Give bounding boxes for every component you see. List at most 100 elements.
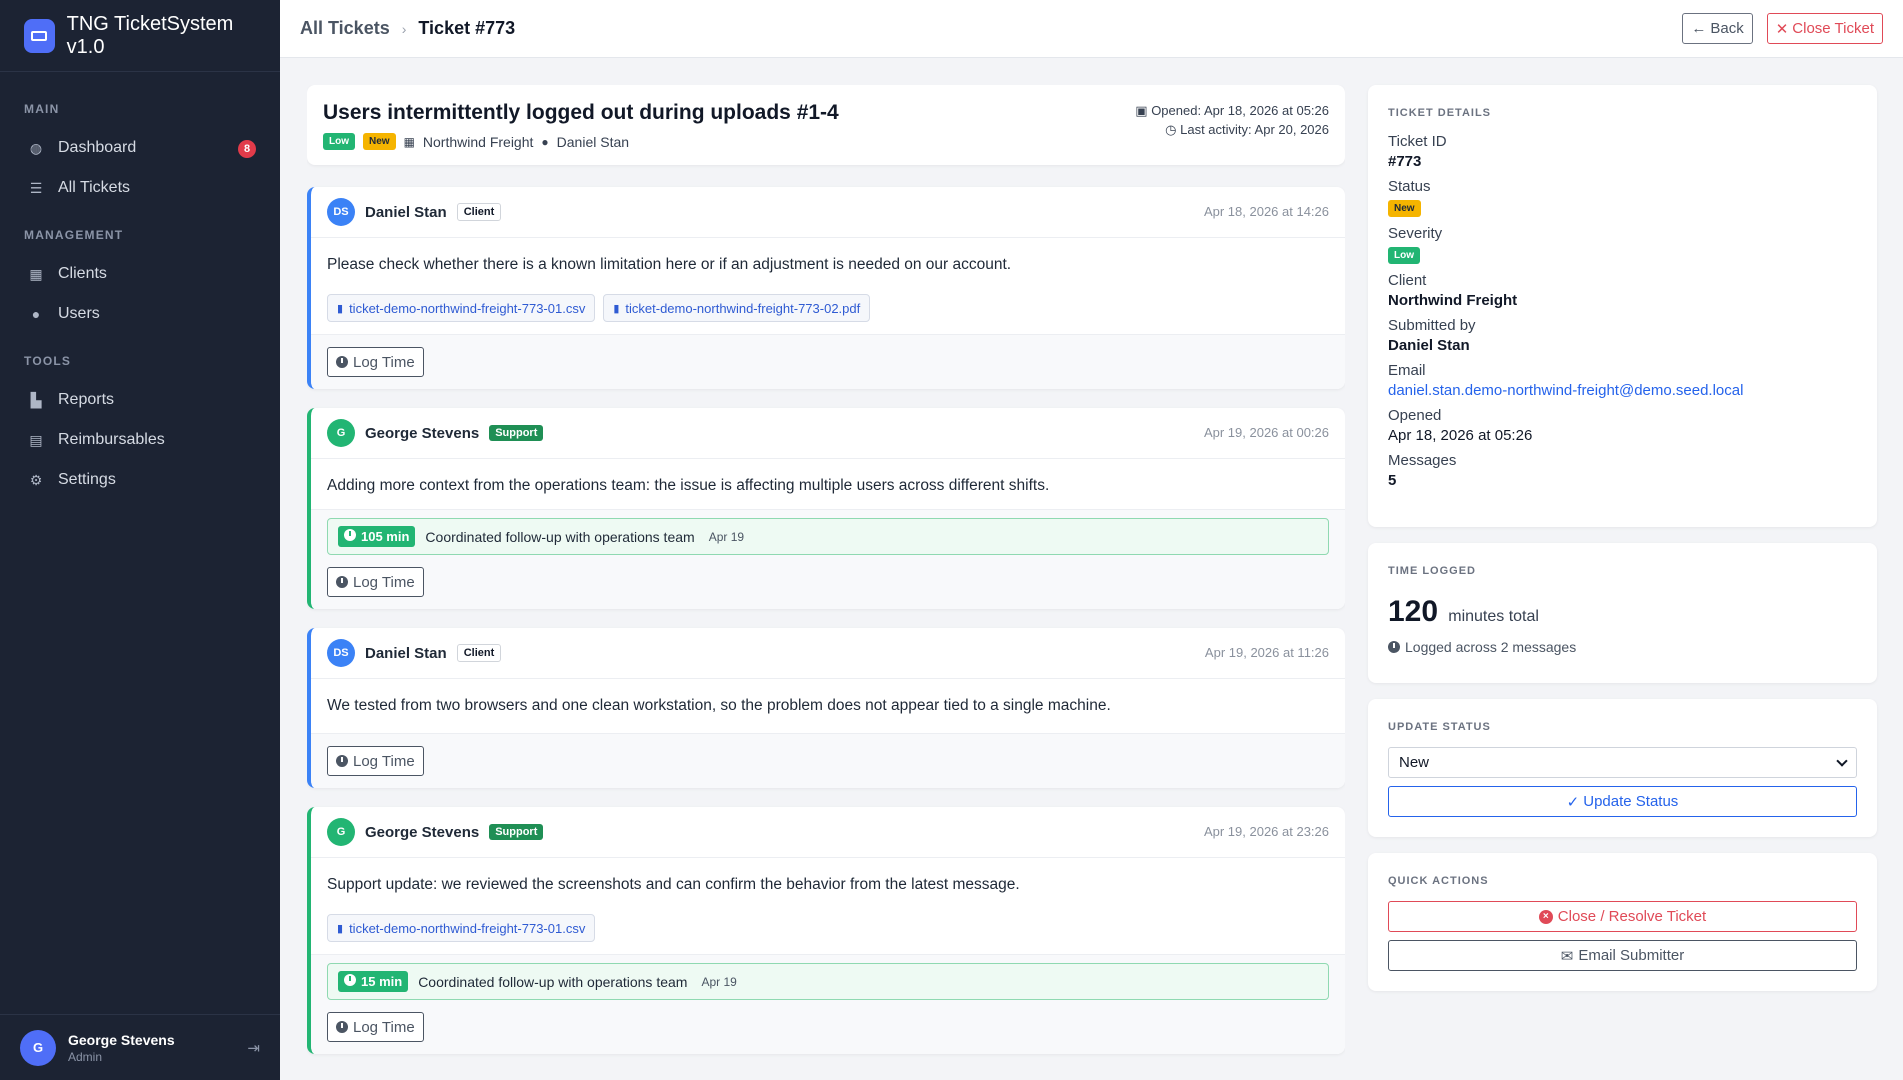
topbar: All Tickets › Ticket #773 ← Back ✕ Close… <box>280 0 1903 58</box>
quick-actions-panel: QUICK ACTIONS × Close / Resolve Ticket ✉… <box>1368 853 1877 991</box>
status-badge: New <box>1388 200 1421 217</box>
time-minutes: 105 min <box>361 529 410 544</box>
detail-label: Ticket ID <box>1388 133 1447 150</box>
message-card: G George Stevens Support Apr 19, 2026 at… <box>307 408 1345 609</box>
logout-icon[interactable]: ⇥ <box>247 1039 260 1057</box>
message-date: Apr 19, 2026 at 11:26 <box>1204 645 1329 660</box>
detail-label: Client <box>1388 272 1427 289</box>
detail-label: Email <box>1388 362 1426 379</box>
attachment-link[interactable]: ▮ ticket-demo-northwind-freight-773-02.pd… <box>603 294 871 322</box>
status-badge: New <box>363 133 396 150</box>
attachment-link[interactable]: ▮ ticket-demo-northwind-freight-773-01.cs… <box>327 294 596 322</box>
message-author: George Stevens <box>365 424 480 442</box>
log-time-label: Log Time <box>353 1018 415 1036</box>
back-label: Back <box>1710 20 1744 37</box>
time-logged-panel: TIME LOGGED 120 minutes total Logged acr… <box>1368 543 1877 683</box>
clock-icon <box>344 974 356 986</box>
message-date: Apr 18, 2026 at 14:26 <box>1203 204 1329 219</box>
status-select[interactable]: New <box>1388 747 1857 778</box>
time-minutes: 15 min <box>361 974 403 989</box>
log-time-button[interactable]: Log Time <box>327 347 424 377</box>
nav-section-management: MANAGEMENT <box>24 228 124 242</box>
dashboard-icon: ◍ <box>29 139 43 156</box>
close-resolve-button[interactable]: × Close / Resolve Ticket <box>1388 901 1857 932</box>
ticket-client: Northwind Freight <box>422 133 534 150</box>
sidebar-item-label: Reports <box>58 391 115 408</box>
status-select-value: New <box>1399 754 1430 771</box>
user-icon: ● <box>541 134 549 149</box>
attachment-name: ticket-demo-northwind-freight-773-01.csv <box>349 300 586 316</box>
nav-section-main: MAIN <box>24 102 60 116</box>
breadcrumb-all-tickets[interactable]: All Tickets <box>300 18 390 39</box>
time-note: Coordinated follow-up with operations te… <box>425 528 695 545</box>
list-icon: ☰ <box>29 179 43 196</box>
close-icon: ✕ <box>1775 20 1789 38</box>
log-time-label: Log Time <box>353 353 415 371</box>
avatar: DS <box>327 639 355 667</box>
brand[interactable]: TNG TicketSystem v1.0 <box>0 0 280 72</box>
close-ticket-button[interactable]: ✕ Close Ticket <box>1766 13 1883 44</box>
detail-label: Severity <box>1388 225 1443 242</box>
user-name: George Stevens <box>68 1031 175 1048</box>
email-link[interactable]: daniel.stan.demo-northwind-freight@demo.… <box>1388 382 1857 399</box>
check-icon: ✓ <box>1566 793 1580 811</box>
panel-title: TIME LOGGED <box>1388 565 1476 577</box>
ticket-submitter: Daniel Stan <box>556 133 630 150</box>
sidebar-item-clients[interactable]: ▦ Clients <box>0 254 280 294</box>
users-icon: ● <box>31 306 41 322</box>
sidebar-item-label: Dashboard <box>58 139 137 156</box>
back-button[interactable]: ← Back <box>1682 13 1753 44</box>
role-badge: Support <box>489 824 544 840</box>
role-badge: Support <box>489 425 544 441</box>
attachment-link[interactable]: ▮ ticket-demo-northwind-freight-773-01.cs… <box>327 914 596 942</box>
message-card: DS Daniel Stan Client Apr 19, 2026 at 11… <box>307 628 1345 788</box>
user-role: Admin <box>68 1049 103 1064</box>
sidebar-item-reports[interactable]: ▙ Reports <box>0 380 280 420</box>
dashboard-count-badge: 8 <box>238 140 256 158</box>
attachment-name: ticket-demo-northwind-freight-773-01.csv <box>349 920 586 936</box>
severity-badge: Low <box>323 133 355 150</box>
time-date: Apr 19 <box>708 529 745 544</box>
time-total: 120 <box>1388 595 1439 628</box>
update-status-button[interactable]: ✓ Update Status <box>1388 786 1857 817</box>
update-status-panel: UPDATE STATUS New ✓ Update Status <box>1368 699 1877 837</box>
close-ticket-label: Close Ticket <box>1792 20 1874 37</box>
main-content: Users intermittently logged out during u… <box>307 85 1345 1080</box>
log-time-button[interactable]: Log Time <box>327 567 424 597</box>
panel-title: TICKET DETAILS <box>1388 107 1492 119</box>
sidebar-item-label: Users <box>58 305 100 322</box>
chevron-right-icon: › <box>401 20 407 37</box>
file-icon: ▮ <box>337 922 344 935</box>
clock-icon <box>336 755 348 767</box>
log-time-button[interactable]: Log Time <box>327 746 424 776</box>
time-total-suffix: minutes total <box>1448 608 1539 625</box>
role-badge: Client <box>456 203 502 221</box>
time-entry: 105 min Coordinated follow-up with opera… <box>327 518 1329 555</box>
message-date: Apr 19, 2026 at 23:26 <box>1203 824 1329 839</box>
sidebar-item-dashboard[interactable]: ◍ Dashboard 8 <box>0 128 280 168</box>
sidebar-item-label: Clients <box>58 265 107 282</box>
avatar: G <box>20 1029 56 1066</box>
sidebar-item-users[interactable]: ● Users <box>0 294 280 334</box>
client-name: Northwind Freight <box>1388 292 1518 309</box>
clock-icon <box>336 576 348 588</box>
detail-label: Submitted by <box>1388 317 1476 334</box>
calendar-icon: ▣ <box>1135 103 1148 118</box>
email-submitter-button[interactable]: ✉ Email Submitter <box>1388 940 1857 971</box>
detail-label: Opened <box>1388 407 1442 424</box>
sidebar-item-settings[interactable]: ⚙ Settings <box>0 460 280 500</box>
email-submitter-label: Email Submitter <box>1578 947 1685 964</box>
message-text: Adding more context from the operations … <box>327 477 1050 494</box>
time-badge: 105 min <box>338 526 416 547</box>
receipt-icon: ▤ <box>29 431 43 448</box>
ticket-id: #773 <box>1388 153 1422 170</box>
opened-date: Opened: Apr 18, 2026 at 05:26 <box>1151 103 1329 118</box>
time-note: Logged across 2 messages <box>1405 639 1577 655</box>
avatar: G <box>327 419 355 447</box>
sidebar-item-reimbursables[interactable]: ▤ Reimbursables <box>0 420 280 460</box>
opened-value: Apr 18, 2026 at 05:26 <box>1388 427 1533 444</box>
role-badge: Client <box>456 644 502 662</box>
clock-icon <box>344 529 356 541</box>
log-time-button[interactable]: Log Time <box>327 1012 424 1042</box>
sidebar-item-all-tickets[interactable]: ☰ All Tickets <box>0 168 280 208</box>
